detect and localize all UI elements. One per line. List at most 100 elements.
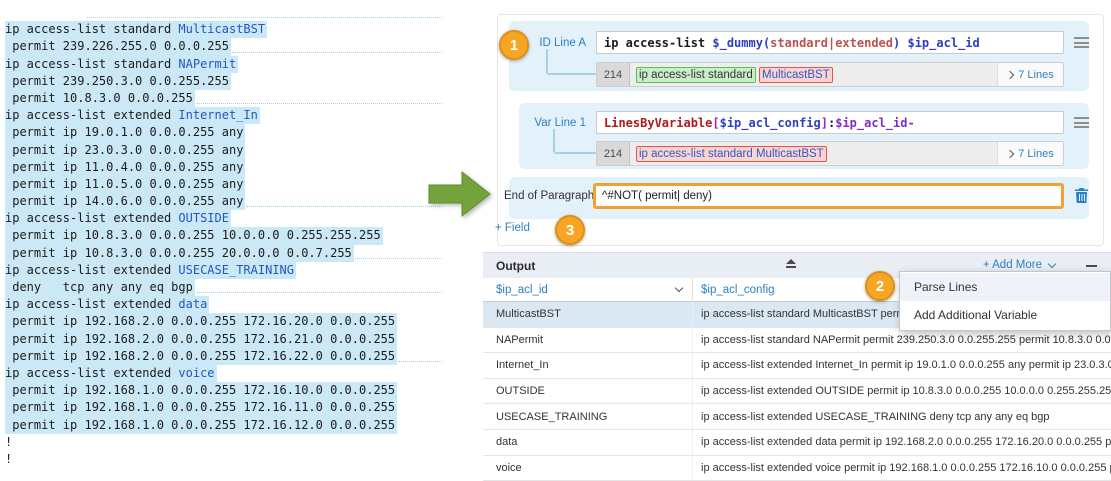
id-line-expand-lines-link[interactable]: 7 Lines [997, 63, 1063, 86]
config-token: ip access-list extended [5, 297, 178, 311]
add-more-link[interactable]: + Add More [983, 259, 1055, 271]
output-row[interactable]: USECASE_TRAININGip access-list extended … [483, 404, 1111, 430]
var-line-match-row: 214 ip access-list standard MulticastBST… [596, 141, 1064, 166]
pattern-token: $ip_acl_config [720, 116, 821, 130]
config-line: ip access-list extended OUTSIDE [5, 210, 442, 227]
config-line: ip access-list standard NAPermit [5, 56, 442, 73]
config-line-text: permit 10.8.3.0 0.0.0.255 [5, 90, 195, 107]
id-line-menu-icon[interactable] [1074, 37, 1089, 48]
output-row[interactable]: voiceip access-list extended voice permi… [483, 456, 1111, 481]
match-segment: MulticastBST [759, 67, 833, 83]
output-cell-acl-id: OUTSIDE [483, 379, 693, 404]
config-line-text: ip access-list extended voice [5, 365, 217, 382]
acl-name: MulticastBST [178, 22, 265, 36]
minimize-icon[interactable] [1086, 265, 1097, 267]
config-token: permit ip 192.168.2.0 0.0.0.255 172.16.2… [5, 314, 395, 328]
output-row[interactable]: dataip access-list extended data permit … [483, 430, 1111, 456]
pattern-token [900, 36, 907, 50]
config-line: ! [5, 451, 442, 468]
config-token: permit ip 10.8.3.0 0.0.0.255 20.0.0.0 0.… [5, 246, 352, 260]
config-line: ip access-list extended Internet_In [5, 107, 442, 124]
id-line-pattern-input[interactable]: ip access-list $_dummy(standard|extended… [596, 31, 1064, 54]
paragraph-separator [398, 348, 442, 362]
config-token: ip access-list extended [5, 263, 178, 277]
config-token [5, 5, 84, 19]
output-cell-acl-id: NAPermit [483, 328, 693, 353]
pattern-token: LinesByVariable [604, 116, 712, 130]
config-token: permit ip 192.168.1.0 0.0.0.255 172.16.1… [5, 400, 395, 414]
config-line: permit ip 192.168.1.0 0.0.0.255 172.16.1… [5, 417, 442, 434]
pattern-token: ) [893, 36, 900, 50]
output-cell-acl-config: ip access-list extended OUTSIDE permit i… [693, 379, 1111, 404]
config-line: ! [5, 434, 442, 451]
config-line-text: permit ip 14.0.6.0 0.0.0.255 any [5, 193, 245, 210]
config-line: permit ip 192.168.2.0 0.0.0.255 172.16.2… [5, 348, 442, 365]
output-row[interactable]: Internet_Inip access-list extended Inter… [483, 353, 1111, 379]
output-cell-acl-id: Internet_In [483, 353, 693, 378]
pattern-token: $ip_acl_id- [835, 116, 914, 130]
column-dropdown-icon[interactable] [675, 284, 683, 292]
config-line-text: permit ip 192.168.1.0 0.0.0.255 172.16.1… [5, 399, 397, 416]
config-line-text: permit ip 23.0.3.0 0.0.0.255 any [5, 142, 245, 159]
menu-item-add-additional-variable[interactable]: Add Additional Variable [900, 301, 1110, 329]
config-line-text: ip access-list extended USECASE_TRAINING [5, 262, 296, 279]
config-token: permit ip 192.168.1.0 0.0.0.255 172.16.1… [5, 383, 395, 397]
config-line [5, 4, 442, 21]
var-line-expand-lines-link[interactable]: 7 Lines [997, 142, 1063, 165]
config-token: ip access-list standard [5, 22, 178, 36]
collapse-up-icon[interactable] [785, 259, 797, 268]
output-title: Output [496, 259, 535, 273]
acl-name: voice [178, 366, 214, 380]
pattern-token: ] [821, 116, 828, 130]
column-header-acl-id: $ip_acl_id [496, 284, 548, 296]
output-row[interactable]: NAPermitip access-list standard NAPermit… [483, 328, 1111, 354]
step-badge-1: 1 [499, 30, 529, 60]
output-cell-acl-id: MulticastBST [483, 302, 693, 327]
output-row[interactable]: OUTSIDEip access-list extended OUTSIDE p… [483, 379, 1111, 405]
config-token: permit ip 23.0.3.0 0.0.0.255 any [5, 143, 243, 157]
config-token: permit 239.250.3.0 0.0.255.255 [5, 74, 229, 88]
lines-count-label: 7 Lines [1018, 69, 1053, 81]
paragraph-separator [87, 4, 442, 18]
config-line-text: permit ip 192.168.1.0 0.0.0.255 172.16.1… [5, 382, 397, 399]
config-token: permit ip 19.0.1.0 0.0.0.255 any [5, 125, 243, 139]
config-text-panel[interactable]: ip access-list standard MulticastBST per… [5, 4, 442, 468]
output-cell-acl-id: voice [483, 456, 693, 481]
delete-field-icon[interactable] [1075, 188, 1088, 203]
config-token: permit ip 11.0.4.0 0.0.0.255 any [5, 160, 243, 174]
config-line: ip access-list extended data [5, 296, 442, 313]
config-token: permit ip 14.0.6.0 0.0.0.255 any [5, 194, 243, 208]
var-line-pattern-input[interactable]: LinesByVariable[$ip_acl_config]:$ip_acl_… [596, 111, 1064, 134]
paragraph-separator [355, 245, 442, 259]
config-line: permit 10.8.3.0 0.0.0.255 [5, 90, 442, 107]
config-token: ip access-list extended [5, 211, 178, 225]
var-line-match-text: ip access-list standard MulticastBST [630, 142, 997, 165]
var-line-menu-icon[interactable] [1074, 117, 1089, 128]
paragraph-separator [232, 38, 442, 52]
pattern-token: $ip_acl_id [907, 36, 979, 50]
config-line: permit ip 11.0.4.0 0.0.0.255 any [5, 159, 442, 176]
config-line: deny tcp any any eq bgp [5, 279, 442, 296]
id-line-connector [546, 49, 596, 75]
config-line: ip access-list extended USECASE_TRAINING [5, 262, 442, 279]
config-token: permit ip 11.0.5.0 0.0.0.255 any [5, 177, 243, 191]
config-line: ip access-list standard MulticastBST [5, 21, 442, 38]
config-line: permit ip 192.168.2.0 0.0.0.255 172.16.2… [5, 331, 442, 348]
end-of-paragraph-input[interactable] [596, 186, 1061, 206]
var-line-label: Var Line 1 [514, 117, 586, 129]
config-token: ip access-list extended [5, 108, 178, 122]
config-line-text: ip access-list standard NAPermit [5, 56, 238, 73]
var-line-connector [553, 129, 596, 154]
config-line: permit 239.226.255.0 0.0.0.255 [5, 38, 442, 55]
flow-arrow-icon [428, 170, 492, 218]
config-token: permit ip 192.168.2.0 0.0.0.255 172.16.2… [5, 332, 395, 346]
id-line-match-row: 214 ip access-list standard MulticastBST… [596, 62, 1064, 87]
add-field-link[interactable]: + Field [495, 222, 530, 234]
paragraph-separator [196, 279, 442, 293]
config-line-text: permit ip 11.0.5.0 0.0.0.255 any [5, 176, 245, 193]
config-line-text: permit ip 10.8.3.0 0.0.0.255 10.0.0.0 0.… [5, 227, 383, 244]
config-line: permit ip 192.168.1.0 0.0.0.255 172.16.1… [5, 382, 442, 399]
config-line: permit ip 10.8.3.0 0.0.0.255 10.0.0.0 0.… [5, 227, 442, 244]
menu-item-parse-lines[interactable]: Parse Lines [900, 273, 1110, 301]
config-line-text: permit 239.250.3.0 0.0.255.255 [5, 73, 231, 90]
